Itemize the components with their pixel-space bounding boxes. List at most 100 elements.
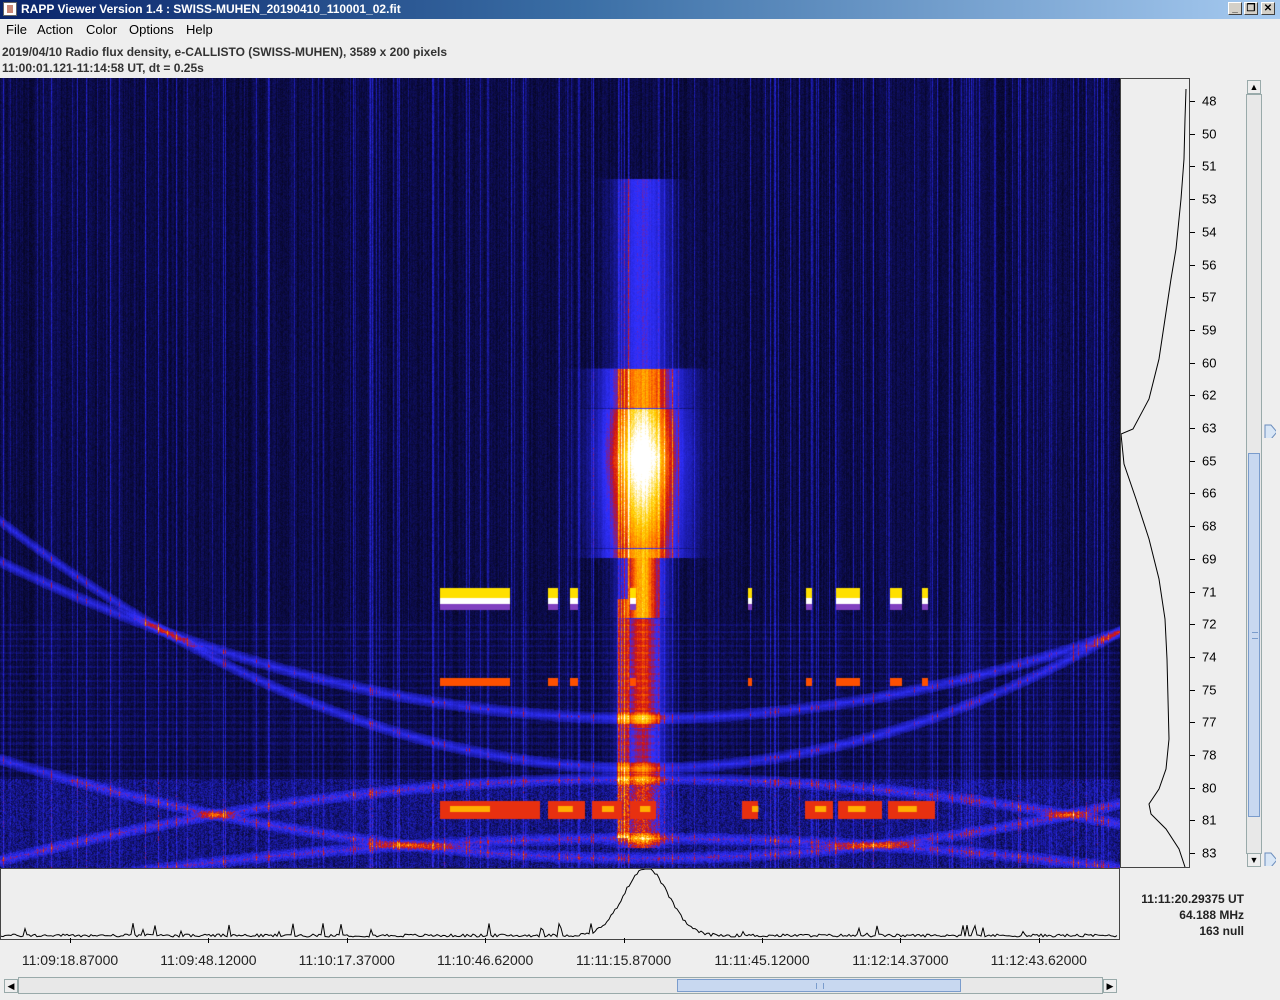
menu-color[interactable]: Color	[86, 22, 117, 37]
time-tick-label: 11:10:46.62000	[437, 952, 534, 968]
frequency-tick	[1190, 264, 1195, 266]
time-range-info: 11:00:01.121-11:14:58 UT, dt = 0.25s	[2, 61, 204, 75]
cursor-value-readout: 163 null	[1199, 924, 1244, 938]
frequency-tick	[1190, 460, 1195, 462]
minimize-button[interactable]: _	[1228, 2, 1242, 15]
scroll-up-button[interactable]: ▲	[1247, 80, 1261, 94]
frequency-tick-label: 78	[1202, 747, 1217, 763]
light-curve-line	[0, 868, 1118, 938]
spectral-profile-plot	[1120, 88, 1187, 868]
spectral-profile-curve	[1120, 88, 1187, 868]
frequency-tick	[1190, 853, 1195, 855]
horizontal-scroll-thumb[interactable]	[677, 979, 961, 992]
frequency-tick	[1190, 558, 1195, 560]
frequency-tick-label: 68	[1202, 518, 1217, 534]
light-curve-plot	[0, 868, 1118, 938]
frequency-tick-label: 51	[1202, 158, 1217, 174]
time-tick	[762, 938, 763, 943]
close-button[interactable]: ✕	[1261, 2, 1275, 15]
frequency-tick-label: 75	[1202, 682, 1217, 698]
frequency-tick-label: 48	[1202, 93, 1217, 109]
frequency-tick	[1190, 362, 1195, 364]
frequency-tick	[1190, 329, 1195, 331]
menu-help[interactable]: Help	[186, 22, 213, 37]
menu-action[interactable]: Action	[37, 22, 73, 37]
time-tick-label: 11:11:45.12000	[714, 952, 810, 968]
time-tick	[485, 938, 487, 943]
vertical-scroll-grip	[1252, 632, 1258, 639]
frequency-tick	[1190, 591, 1195, 593]
frequency-tick	[1190, 624, 1195, 626]
time-tick-label: 11:10:17.37000	[298, 952, 395, 968]
app-icon	[3, 2, 17, 16]
frequency-tick	[1190, 722, 1195, 724]
time-tick	[900, 938, 902, 943]
frequency-tick	[1190, 689, 1195, 691]
menu-file[interactable]: File	[6, 22, 27, 37]
frequency-tick-label: 54	[1202, 224, 1217, 240]
scroll-left-button[interactable]: ◀	[4, 979, 18, 993]
observation-info: 2019/04/10 Radio flux density, e-CALLIST…	[2, 45, 448, 59]
frequency-tick-label: 63	[1202, 420, 1217, 436]
frequency-tick	[1190, 755, 1195, 756]
frequency-tick-label: 74	[1202, 649, 1217, 665]
window-title: RAPP Viewer Version 1.4 : SWISS-MUHEN_20…	[21, 2, 401, 16]
scroll-down-button[interactable]: ▼	[1247, 853, 1261, 867]
spectral-profile-panel	[1120, 78, 1190, 868]
frequency-tick	[1190, 526, 1195, 528]
time-tick-label: 11:09:18.87000	[21, 952, 119, 968]
frequency-tick-label: 65	[1202, 453, 1217, 469]
frequency-tick-label: 66	[1202, 485, 1217, 501]
frequency-tick	[1190, 231, 1195, 233]
frequency-pointer-icon[interactable]	[1264, 424, 1276, 438]
time-tick-label: 11:12:14.37000	[852, 952, 949, 968]
frequency-tick-label: 57	[1202, 289, 1217, 305]
horizontal-scroll-grip	[816, 983, 824, 989]
frequency-tick	[1190, 166, 1195, 168]
menu-bar: File Action Color Options Help	[0, 19, 1280, 41]
frequency-tick-label: 69	[1202, 551, 1217, 567]
cursor-frequency-readout: 64.188 MHz	[1179, 908, 1244, 922]
time-tick	[208, 938, 210, 943]
frequency-tick-label: 72	[1202, 616, 1217, 632]
restore-button[interactable]: ❐	[1244, 2, 1258, 15]
time-tick	[1038, 938, 1040, 943]
time-tick	[70, 938, 71, 943]
time-tick	[346, 938, 348, 943]
horizontal-scrollbar[interactable]	[18, 977, 1103, 994]
vertical-scrollbar[interactable]	[1246, 94, 1262, 854]
frequency-tick-label: 80	[1202, 780, 1217, 796]
frequency-tick-label: 56	[1202, 257, 1217, 272]
light-curve-panel	[0, 868, 1120, 940]
scroll-right-button[interactable]: ▶	[1103, 979, 1117, 993]
frequency-tick-label: 77	[1202, 714, 1217, 730]
frequency-pointer-end-icon[interactable]	[1264, 852, 1276, 866]
time-tick-label: 11:11:15.87000	[575, 952, 672, 968]
frequency-tick-label: 53	[1202, 191, 1217, 207]
frequency-tick-label: 50	[1202, 126, 1217, 142]
frequency-tick-label: 62	[1202, 387, 1217, 403]
frequency-tick	[1190, 199, 1195, 201]
frequency-tick-label: 60	[1202, 355, 1217, 371]
frequency-tick	[1190, 297, 1195, 299]
frequency-tick-label: 71	[1202, 584, 1217, 599]
menu-options[interactable]: Options	[129, 22, 174, 37]
frequency-axis: 48 50 51 53 54 56 57 59 60 62 63 65 66 68 69 71 72 74 75 77…	[1190, 78, 1240, 868]
frequency-tick-label: 81	[1202, 812, 1217, 828]
frequency-tick	[1190, 428, 1195, 429]
frequency-tick	[1190, 493, 1195, 495]
frequency-tick-label: 59	[1202, 322, 1217, 338]
time-tick	[623, 938, 625, 943]
time-tick-label: 11:09:48.12000	[160, 952, 257, 968]
frequency-tick	[1190, 656, 1195, 658]
window-titlebar: RAPP Viewer Version 1.4 : SWISS-MUHEN_20…	[0, 0, 1280, 19]
frequency-tick	[1190, 787, 1195, 789]
vertical-scroll-thumb[interactable]	[1248, 453, 1260, 817]
spectrogram-display[interactable]	[0, 78, 1120, 868]
frequency-tick	[1190, 820, 1195, 822]
cursor-time-readout: 11:11:20.29375 UT	[1141, 892, 1244, 906]
frequency-tick-label: 83	[1202, 845, 1217, 861]
frequency-tick	[1190, 101, 1195, 102]
frequency-tick	[1190, 395, 1195, 397]
frequency-tick	[1190, 133, 1195, 135]
